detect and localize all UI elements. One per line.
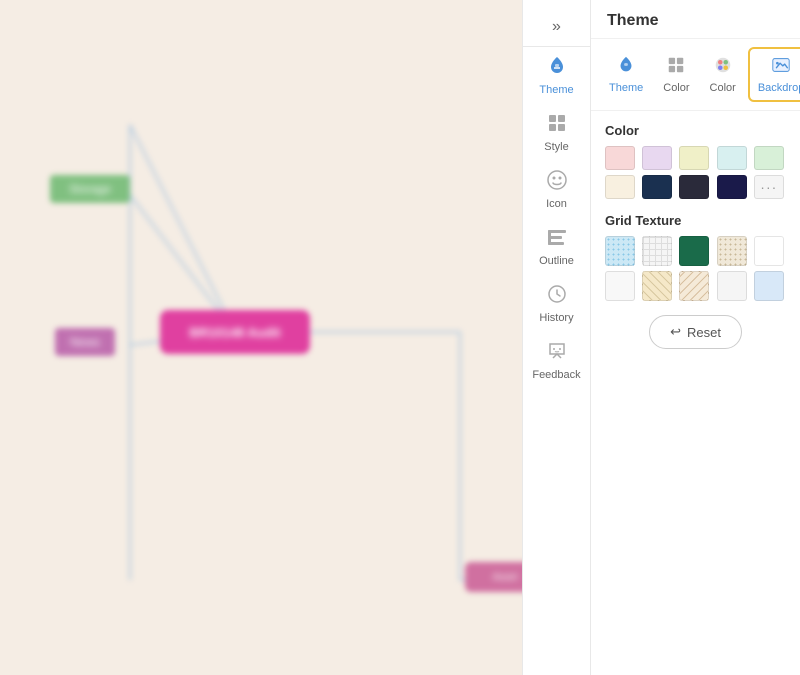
texture-grid-light[interactable] bbox=[642, 236, 672, 266]
theme-label: Theme bbox=[539, 84, 573, 96]
reset-label: Reset bbox=[687, 325, 721, 340]
tab-backdrop[interactable]: Backdrop bbox=[748, 47, 800, 102]
tab-theme[interactable]: Theme bbox=[601, 49, 651, 100]
center-node: BR10148 Audit bbox=[160, 310, 310, 354]
style-icon bbox=[546, 112, 568, 138]
node-storage: Storage bbox=[50, 175, 130, 203]
tab-color-palette-icon bbox=[713, 55, 733, 80]
texture-section-title: Grid Texture bbox=[605, 213, 786, 228]
collapse-icon: » bbox=[552, 18, 561, 36]
color-swatch-yellow[interactable] bbox=[679, 146, 709, 170]
texture-swatches-grid bbox=[605, 236, 786, 301]
color-swatch-dark-blue[interactable] bbox=[642, 175, 672, 199]
panel-content: Color ··· Grid Texture bbox=[591, 111, 800, 675]
sidebar-item-style[interactable]: Style bbox=[523, 104, 590, 161]
tab-backdrop-icon bbox=[771, 55, 791, 80]
panel-title: Theme bbox=[591, 0, 800, 39]
color-swatch-green[interactable] bbox=[754, 146, 784, 170]
texture-dots-blue[interactable] bbox=[605, 236, 635, 266]
tab-color-grid-icon bbox=[666, 55, 686, 80]
sidebar-item-outline[interactable]: Outline bbox=[523, 218, 590, 275]
feedback-label: Feedback bbox=[532, 369, 580, 381]
texture-solid-green[interactable] bbox=[679, 236, 709, 266]
tab-color-palette-label: Color bbox=[710, 82, 736, 94]
collapse-button[interactable]: » bbox=[523, 8, 590, 47]
color-swatch-pink[interactable] bbox=[605, 146, 635, 170]
tab-color-palette[interactable]: Color bbox=[702, 49, 744, 100]
color-swatches-grid: ··· bbox=[605, 146, 786, 199]
color-swatch-cream[interactable] bbox=[605, 175, 635, 199]
outline-icon bbox=[546, 226, 568, 252]
texture-plain-white[interactable] bbox=[754, 236, 784, 266]
style-label: Style bbox=[544, 141, 568, 153]
feedback-icon bbox=[546, 340, 568, 366]
texture-plain-white2[interactable] bbox=[605, 271, 635, 301]
color-swatch-lavender[interactable] bbox=[642, 146, 672, 170]
history-label: History bbox=[539, 312, 573, 324]
texture-plain-light[interactable] bbox=[717, 271, 747, 301]
sidebar-item-icon[interactable]: Icon bbox=[523, 161, 590, 218]
icon-icon bbox=[546, 169, 568, 195]
color-section-title: Color bbox=[605, 123, 786, 138]
texture-dots-beige[interactable] bbox=[717, 236, 747, 266]
panel-tabs: Theme Color bbox=[591, 39, 800, 111]
tab-theme-label: Theme bbox=[609, 82, 643, 94]
sidebar-panel: » Theme Style bbox=[522, 0, 590, 675]
tab-theme-icon bbox=[616, 55, 636, 80]
tab-color-grid-label: Color bbox=[663, 82, 689, 94]
sidebar-item-feedback[interactable]: Feedback bbox=[523, 332, 590, 389]
texture-blue-light[interactable] bbox=[754, 271, 784, 301]
color-swatch-dark-navy[interactable] bbox=[717, 175, 747, 199]
outline-label: Outline bbox=[539, 255, 574, 267]
texture-lines-tan2[interactable] bbox=[679, 271, 709, 301]
icon-label: Icon bbox=[546, 198, 567, 210]
right-panel: Theme Theme Color bbox=[590, 0, 800, 675]
reset-icon: ↩ bbox=[670, 324, 681, 340]
reset-button[interactable]: ↩ Reset bbox=[649, 315, 742, 349]
texture-lines-tan[interactable] bbox=[642, 271, 672, 301]
tab-backdrop-label: Backdrop bbox=[758, 82, 800, 94]
node-right-bottom: Asset bbox=[465, 562, 522, 592]
tab-color-grid[interactable]: Color bbox=[655, 49, 697, 100]
sidebar-item-history[interactable]: History bbox=[523, 275, 590, 332]
sidebar-item-theme[interactable]: Theme bbox=[523, 47, 590, 104]
mind-map: BR10148 Audit Storage News Asset bbox=[0, 0, 522, 675]
theme-icon bbox=[546, 55, 568, 81]
color-swatch-cyan[interactable] bbox=[717, 146, 747, 170]
color-swatch-dark-gray[interactable] bbox=[679, 175, 709, 199]
history-icon bbox=[546, 283, 568, 309]
node-news: News bbox=[55, 328, 115, 356]
color-swatch-more[interactable]: ··· bbox=[754, 175, 784, 199]
canvas-area: BR10148 Audit Storage News Asset bbox=[0, 0, 522, 675]
